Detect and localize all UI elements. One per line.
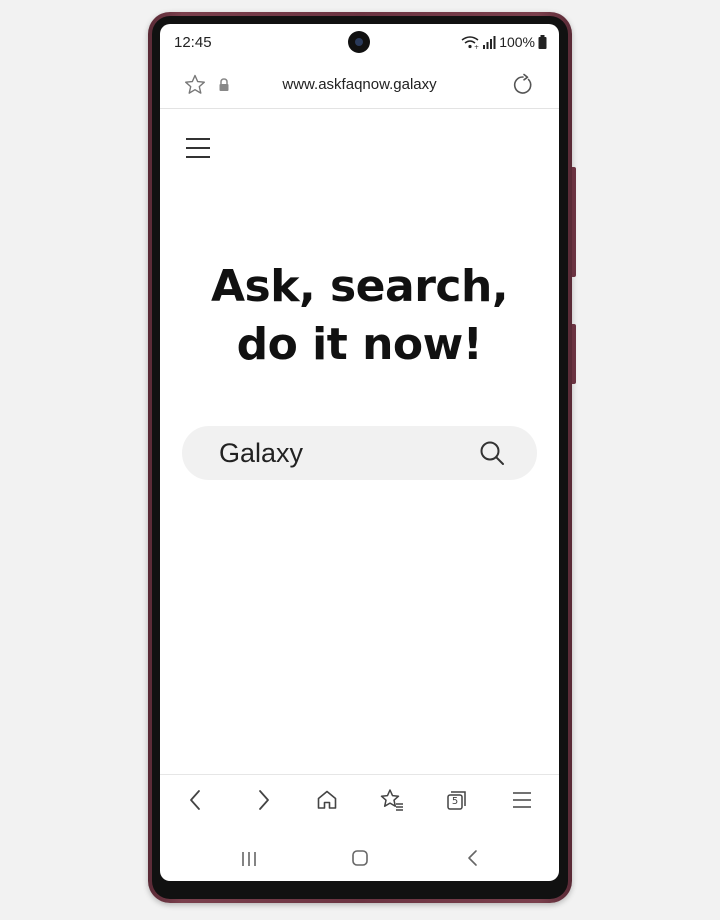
recents-icon[interactable] xyxy=(240,850,258,868)
home-nav-icon[interactable] xyxy=(351,849,369,867)
tab-count: 5 xyxy=(451,796,459,807)
browser-toolbar: 5 xyxy=(160,774,559,827)
headline-line-1: Ask, search, xyxy=(210,261,509,312)
battery-icon xyxy=(538,35,547,49)
search-icon[interactable] xyxy=(478,439,506,467)
screen: 12:45 + 100% www.askfaqnow.galaxy Ask, s… xyxy=(160,24,559,881)
back-nav-icon[interactable] xyxy=(464,849,482,867)
reload-icon[interactable] xyxy=(511,73,535,97)
svg-text:+: + xyxy=(474,44,479,49)
forward-icon[interactable] xyxy=(251,788,275,812)
bookmarks-icon[interactable] xyxy=(379,788,405,812)
system-navbar xyxy=(160,836,559,881)
headline-line-2: do it now! xyxy=(236,319,483,370)
search-input-value: Galaxy xyxy=(219,438,304,468)
url-bar: www.askfaqnow.galaxy xyxy=(160,62,559,109)
volume-button xyxy=(572,167,576,277)
status-time: 12:45 xyxy=(174,34,212,51)
back-icon[interactable] xyxy=(184,788,208,812)
search-input[interactable]: Galaxy xyxy=(182,426,537,480)
power-button xyxy=(572,324,576,384)
status-icons: + 100% xyxy=(461,34,547,50)
signal-icon xyxy=(483,36,496,49)
page-headline: Ask, search, do it now! xyxy=(160,258,559,374)
status-bar: 12:45 + 100% xyxy=(160,24,559,62)
front-camera xyxy=(348,31,370,53)
home-icon[interactable] xyxy=(315,788,339,812)
menu-icon[interactable] xyxy=(510,788,534,812)
wifi-icon: + xyxy=(461,36,479,49)
battery-percent: 100% xyxy=(499,34,535,50)
tabs-icon[interactable]: 5 xyxy=(445,788,469,812)
url-text[interactable]: www.askfaqnow.galaxy xyxy=(160,76,559,93)
hamburger-menu-icon[interactable] xyxy=(184,136,212,160)
